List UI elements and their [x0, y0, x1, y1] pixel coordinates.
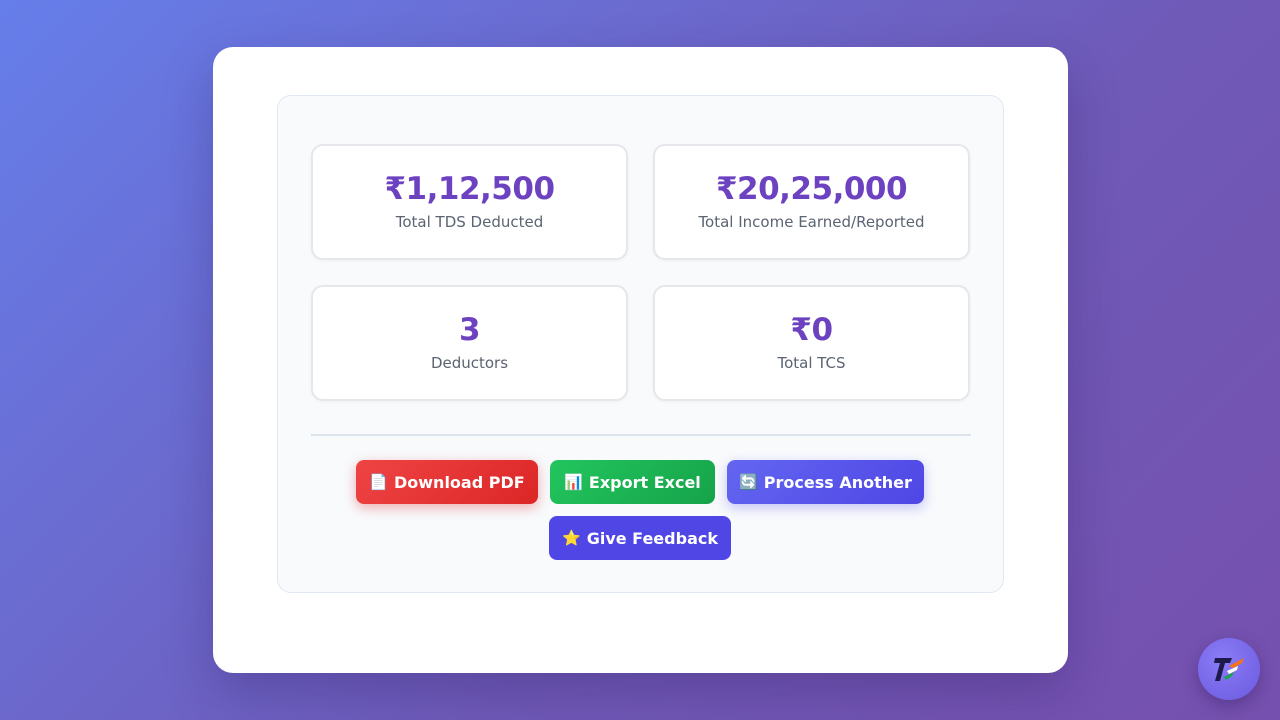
refresh-icon: 🔄: [739, 472, 758, 491]
bar-chart-icon: 📊: [564, 472, 583, 491]
stat-card-deductors: 3 Deductors: [311, 285, 628, 401]
stat-label: Total Income Earned/Reported: [698, 213, 925, 231]
stat-label: Total TCS: [777, 354, 846, 372]
export-excel-button[interactable]: 📊 Export Excel: [550, 460, 715, 504]
process-another-button[interactable]: 🔄 Process Another: [727, 460, 924, 504]
give-feedback-button[interactable]: ⭐ Give Feedback: [549, 516, 731, 560]
section-divider: [311, 434, 971, 436]
floating-logo-button[interactable]: [1198, 638, 1260, 700]
tf-logo-icon: [1214, 658, 1244, 681]
stat-card-total-income: ₹20,25,000 Total Income Earned/Reported: [653, 144, 970, 260]
stat-label: Total TDS Deducted: [395, 213, 544, 231]
stat-value: 3: [458, 312, 481, 348]
summary-panel: ₹1,12,500 Total TDS Deducted ₹20,25,000 …: [277, 95, 1004, 593]
stat-label: Deductors: [430, 354, 509, 372]
stat-value: ₹0: [790, 312, 833, 348]
button-label: Give Feedback: [586, 528, 718, 548]
stat-card-total-tcs: ₹0 Total TCS: [653, 285, 970, 401]
button-label: Download PDF: [394, 472, 525, 492]
stat-value: ₹1,12,500: [384, 171, 555, 207]
stat-card-total-tds: ₹1,12,500 Total TDS Deducted: [311, 144, 628, 260]
button-label: Process Another: [763, 472, 912, 492]
button-label: Export Excel: [588, 472, 701, 492]
download-pdf-button[interactable]: 📄 Download PDF: [356, 460, 538, 504]
star-icon: ⭐: [562, 528, 581, 547]
results-modal: ₹1,12,500 Total TDS Deducted ₹20,25,000 …: [213, 47, 1068, 673]
stat-value: ₹20,25,000: [715, 171, 908, 207]
document-icon: 📄: [369, 472, 388, 491]
